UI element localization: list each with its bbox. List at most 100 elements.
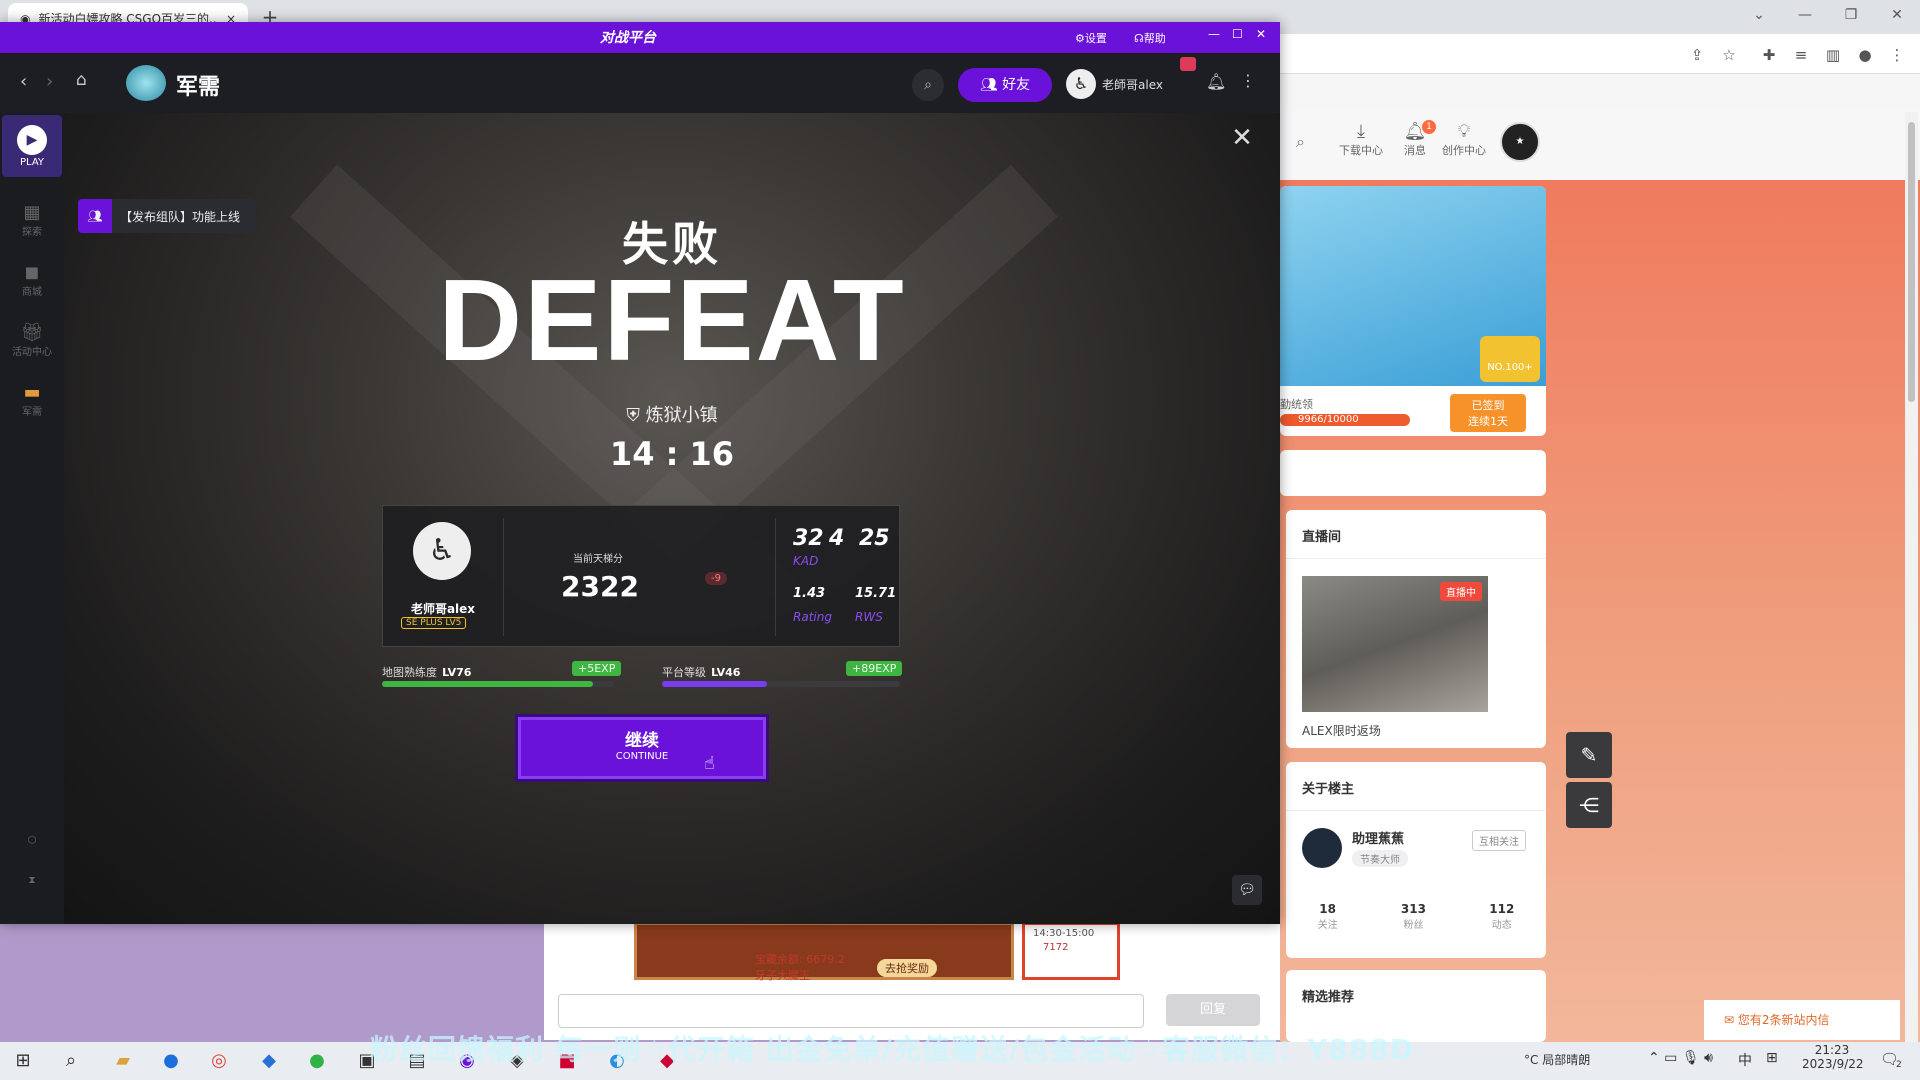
header-create[interactable]: 💡︎ 创作中心 xyxy=(1437,122,1491,158)
about-title: 关于楼主 xyxy=(1302,782,1355,797)
settings-button[interactable]: ⚙设置 xyxy=(1075,30,1107,46)
page-scrollbar[interactable] xyxy=(1905,112,1918,1042)
profile-icon[interactable]: ● xyxy=(1854,44,1876,66)
author-avatar[interactable] xyxy=(1302,828,1342,868)
folder-icon[interactable]: ▰ xyxy=(106,1046,140,1076)
notice-popup[interactable]: ✉ 您有2条新站内信 xyxy=(1704,1000,1900,1040)
bag-icon: ◼ xyxy=(24,262,40,283)
rating-value: 2322 xyxy=(561,570,639,603)
banner-card: NO.100+ 勤统领 9966/10000 已签到 连续1天 xyxy=(1280,186,1546,436)
friends-button[interactable]: 👥︎ 好友 xyxy=(958,68,1052,102)
taskbar-search-icon[interactable]: ⌕ xyxy=(54,1046,88,1076)
live-thumbnail[interactable]: 直播中 xyxy=(1302,576,1488,712)
menu-dots-icon[interactable]: ⋮ xyxy=(1886,44,1908,66)
sidebar-shop[interactable]: ◼ 商城 xyxy=(0,262,64,299)
app-search-icon[interactable]: ⌕ xyxy=(912,69,944,101)
header-download[interactable]: ⤓ 下载中心 xyxy=(1334,122,1388,158)
map-icon: ⛨ xyxy=(626,405,646,426)
chrome-icon[interactable]: ◎ xyxy=(202,1046,236,1076)
username-label[interactable]: 老師哥alex xyxy=(1102,76,1163,93)
sidebar-armory[interactable]: ▬ 军需 xyxy=(0,383,64,419)
close-result-icon[interactable]: ✕ xyxy=(1227,123,1257,153)
app-navbar: ‹ › ⌂ 军需 ⌕ 👥︎ 好友 ♿ 老師哥alex 🔔︎ ⋮ xyxy=(0,53,1280,113)
rating-delta: -9 xyxy=(705,572,727,585)
promo-banner[interactable]: 宝藏余额: 6679.2 牙子大魔王 去抢奖励 xyxy=(634,922,1014,982)
sidepanel-icon[interactable]: ▥ xyxy=(1822,44,1844,66)
wechat-icon[interactable]: ● xyxy=(300,1046,334,1076)
extensions-icon[interactable]: ✚ xyxy=(1758,44,1780,66)
live-badge: 直播中 xyxy=(1440,582,1482,601)
stat-posts[interactable]: 112 动态 xyxy=(1489,902,1514,931)
player-avatar[interactable]: ♿ xyxy=(413,522,471,580)
start-icon[interactable]: ⊞ xyxy=(6,1046,40,1076)
sidebar-play[interactable]: ▶ PLAY xyxy=(2,115,62,177)
close-window-icon[interactable]: ✕ xyxy=(1874,0,1920,30)
help-button[interactable]: ☊帮助 xyxy=(1134,30,1166,46)
empty-card xyxy=(1280,450,1546,496)
restore-icon[interactable]: ❐ xyxy=(1828,0,1874,30)
checkin-button[interactable]: 已签到 连续1天 xyxy=(1450,394,1526,432)
hourglass-icon[interactable]: ⧗ xyxy=(0,875,64,886)
author-name[interactable]: 助理蕉蕉 xyxy=(1352,828,1404,847)
more-menu-icon[interactable]: ⋮ xyxy=(1240,71,1256,90)
section-icon xyxy=(126,65,166,101)
reply-button[interactable]: 回复 xyxy=(1166,994,1260,1026)
rws-stat: 15.71 xyxy=(855,586,897,601)
continue-button[interactable]: 继续 CONTINUE xyxy=(518,717,766,779)
playlist-icon[interactable]: ≡ xyxy=(1790,44,1812,66)
promo-cta[interactable]: 去抢奖励 xyxy=(877,959,937,977)
search-icon[interactable]: ⌕ xyxy=(1296,132,1305,152)
chevron-down-icon[interactable]: ⌄ xyxy=(1736,0,1782,30)
kad-label: KAD xyxy=(793,554,819,568)
rws-label: RWS xyxy=(855,610,883,624)
map-exp-bar xyxy=(382,681,614,687)
share-icon[interactable]: ⇪ xyxy=(1686,44,1708,66)
minimize-icon[interactable]: — xyxy=(1782,0,1828,30)
gift-badge-icon[interactable] xyxy=(1180,57,1196,71)
user-avatar[interactable]: ★ xyxy=(1500,122,1540,162)
sidebar-events[interactable]: 🎁︎ 活动中心 xyxy=(0,322,64,359)
weather-text[interactable]: °C 局部晴朗 xyxy=(1524,1051,1590,1068)
author-card: 关于楼主 助理蕉蕉 节奏大师 互相关注 18 关注 313 粉丝 112 动态 xyxy=(1286,762,1546,958)
level-progress-text: 9966/10000 xyxy=(1298,414,1359,425)
app-titlebar: 对战平台 ⚙设置 ☊帮助 — ☐ ✕ xyxy=(0,22,1280,53)
app-blue-icon[interactable]: ● xyxy=(154,1046,188,1076)
home-icon[interactable]: ⌂ xyxy=(76,70,87,90)
live-card: 直播间 直播中 ALEX限时返场 xyxy=(1286,510,1546,748)
bulb-icon: 💡︎ xyxy=(1457,121,1471,142)
stat-fans[interactable]: 313 粉丝 xyxy=(1401,902,1426,931)
reply-input[interactable] xyxy=(558,994,1144,1028)
app-minimize-icon[interactable]: — xyxy=(1208,27,1220,41)
app-maximize-icon[interactable]: ☐ xyxy=(1232,27,1243,41)
ime-indicator[interactable]: 中 xyxy=(1738,1050,1752,1070)
user-avatar-icon[interactable]: ♿ xyxy=(1066,69,1096,99)
star-icon[interactable]: ☆ xyxy=(1718,44,1740,66)
app-bird-icon[interactable]: ◆ xyxy=(252,1046,286,1076)
stat-follow[interactable]: 18 关注 xyxy=(1318,902,1338,931)
follow-button[interactable]: 互相关注 xyxy=(1472,830,1526,851)
mouse-cursor-icon: ☝ xyxy=(704,753,715,774)
platform-exp: 平台等级 LV46 +89EXP xyxy=(662,661,903,691)
cube-icon[interactable]: ⬡ xyxy=(0,835,64,846)
level-label: 勤统领 xyxy=(1280,398,1313,411)
live-caption[interactable]: ALEX限时返场 xyxy=(1302,722,1381,739)
share-nodes-icon[interactable]: ⋲ xyxy=(1566,782,1612,828)
author-role: 节奏大师 xyxy=(1352,850,1408,867)
chat-icon[interactable]: 💬︎ xyxy=(1232,875,1262,905)
gift-icon: 🎁︎ xyxy=(20,322,44,343)
forward-icon[interactable]: › xyxy=(46,71,53,92)
rating-label: 当前天梯分 xyxy=(573,554,623,565)
platform-exp-fill xyxy=(662,681,767,687)
tray-icons[interactable]: ⌃ ▭ 🎙︎ 🔊︎ xyxy=(1648,1050,1713,1066)
clock[interactable]: 21:23 2023/9/22 xyxy=(1802,1043,1864,1071)
back-icon[interactable]: ‹ xyxy=(20,71,27,92)
sidebar-explore[interactable]: ▦ 探索 xyxy=(0,203,64,239)
app-window: 对战平台 ⚙设置 ☊帮助 — ☐ ✕ ‹ › ⌂ 军需 ⌕ 👥︎ 好友 ♿ 老師… xyxy=(0,22,1280,924)
rank-badge: NO.100+ xyxy=(1480,336,1540,382)
headset-icon: ☊ xyxy=(1134,32,1144,45)
rating-stat: 1.43 xyxy=(793,586,826,601)
app-close-icon[interactable]: ✕ xyxy=(1256,27,1266,41)
notification-bell-icon[interactable]: 🔔︎ xyxy=(1206,72,1226,91)
ime-layout-icon[interactable]: ⊞ xyxy=(1766,1050,1778,1066)
edit-icon[interactable]: ✎ xyxy=(1566,732,1612,778)
